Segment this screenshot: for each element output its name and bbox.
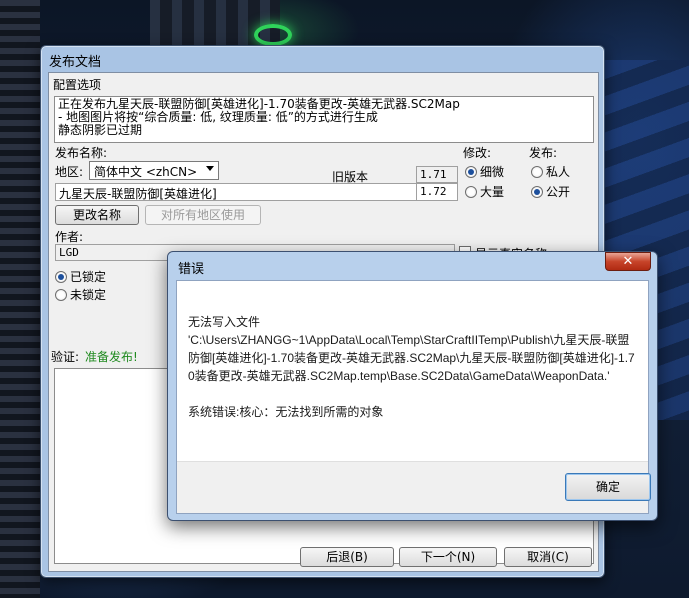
region-label: 地区: xyxy=(55,165,84,179)
radio-icon xyxy=(465,185,477,198)
publish-label: 发布: xyxy=(529,146,558,160)
status-line: 静态阴影已过期 xyxy=(58,123,143,137)
background-beacon xyxy=(254,24,292,46)
region-select[interactable]: 简体中文 <zhCN> xyxy=(89,161,219,180)
old-version-field: 1.71 xyxy=(416,166,458,183)
ok-button[interactable]: 确定 xyxy=(565,473,651,501)
background-structure xyxy=(0,0,40,598)
dialog-title: 错误 xyxy=(178,262,205,277)
chevron-down-icon[interactable] xyxy=(206,166,214,171)
back-button[interactable]: 后退(B) xyxy=(300,547,394,567)
rename-button[interactable]: 更改名称 xyxy=(55,205,139,225)
system-error-text: 系统错误:核心：无法找到所需的对象 xyxy=(188,405,384,419)
map-name-value: 九星天辰-联盟防御[英雄进化] xyxy=(59,187,217,201)
region-select-value: 简体中文 <zhCN> xyxy=(94,165,198,179)
unlocked-radio[interactable]: 未锁定 xyxy=(55,286,106,303)
error-dialog: 错误 ✕ 无法写入文件 'C:\Users\ZHANGG~1\AppData\L… xyxy=(167,251,658,521)
config-section-label: 配置选项 xyxy=(53,78,102,92)
radio-selected-icon xyxy=(465,165,477,178)
publish-name-label: 发布名称: xyxy=(55,146,108,160)
cancel-button[interactable]: 取消(C) xyxy=(504,547,592,567)
error-file-path: 'C:\Users\ZHANGG~1\AppData\Local\Temp\St… xyxy=(188,333,635,383)
radio-selected-icon xyxy=(531,185,543,198)
radio-label: 未锁定 xyxy=(70,288,107,302)
error-message: 无法写入文件 'C:\Users\ZHANGG~1\AppData\Local\… xyxy=(188,313,638,439)
next-button[interactable]: 下一个(N) xyxy=(399,547,497,567)
radio-label: 已锁定 xyxy=(70,270,107,284)
radio-label: 大量 xyxy=(480,185,505,199)
use-all-regions-button[interactable]: 对所有地区使用 xyxy=(145,205,261,225)
radio-icon xyxy=(531,165,543,178)
publish-private-radio[interactable]: 私人 xyxy=(531,163,570,180)
radio-label: 公开 xyxy=(546,185,571,199)
radio-label: 私人 xyxy=(546,165,571,179)
radio-icon xyxy=(55,288,67,301)
modify-major-radio[interactable]: 大量 xyxy=(465,183,504,200)
verify-label: 验证: xyxy=(51,350,80,364)
locked-radio[interactable]: 已锁定 xyxy=(55,268,106,285)
publish-public-radio[interactable]: 公开 xyxy=(531,183,570,200)
modify-label: 修改: xyxy=(463,146,492,160)
verify-status: 准备发布! xyxy=(85,350,138,364)
map-name-field[interactable]: 九星天辰-联盟防御[英雄进化] xyxy=(55,183,458,201)
radio-selected-icon xyxy=(55,270,67,283)
close-icon[interactable]: ✕ xyxy=(605,252,651,271)
status-log: 正在发布九星天辰-联盟防御[英雄进化]-1.70装备更改-英雄无武器.SC2Ma… xyxy=(54,96,594,143)
author-label: 作者: xyxy=(55,230,84,244)
radio-label: 细微 xyxy=(480,165,505,179)
window-title: 发布文档 xyxy=(49,55,102,70)
dialog-body: 无法写入文件 'C:\Users\ZHANGG~1\AppData\Local\… xyxy=(176,280,651,514)
error-heading: 无法写入文件 xyxy=(188,315,261,329)
modify-minor-radio[interactable]: 细微 xyxy=(465,163,504,180)
new-version-field[interactable]: 1.72 xyxy=(416,183,458,201)
